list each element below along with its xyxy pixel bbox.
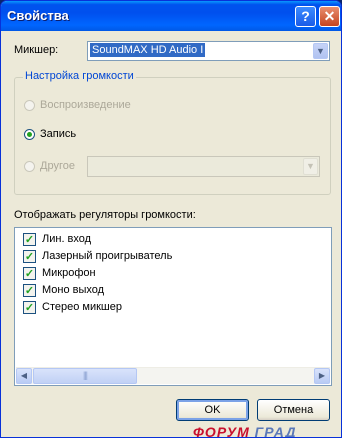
mixer-label: Микшер: xyxy=(14,44,59,56)
horizontal-scrollbar[interactable]: ◀ ||| ▶ xyxy=(16,367,330,384)
radio-other-button[interactable] xyxy=(24,161,35,172)
other-device-value xyxy=(90,158,94,172)
mixer-select-value: SoundMAX HD Audio I xyxy=(90,43,206,57)
list-item-label: Микрофон xyxy=(42,267,96,279)
scroll-right-icon[interactable]: ▶ xyxy=(314,368,330,384)
ok-button[interactable]: OK xyxy=(176,399,249,421)
list-item-label: Лин. вход xyxy=(42,233,92,245)
list-item-label: Лазерный проигрыватель xyxy=(42,250,173,262)
help-icon: ? xyxy=(301,8,310,24)
close-button[interactable]: ✕ xyxy=(319,6,340,27)
other-device-select[interactable]: ▼ xyxy=(87,156,320,177)
close-icon: ✕ xyxy=(323,8,336,24)
watermark-part1: ФОРУМ xyxy=(193,424,250,438)
radio-recording-label: Запись xyxy=(40,128,77,140)
radio-playback-button[interactable] xyxy=(24,100,35,111)
checkbox[interactable]: ✓ xyxy=(23,250,36,263)
list-item-label: Моно выход xyxy=(42,284,105,296)
properties-dialog: Свойства ? ✕ Микшер: SoundMAX HD Audio I… xyxy=(0,0,342,438)
radio-recording-button[interactable] xyxy=(24,129,35,140)
list-item-label: Стерео микшер xyxy=(42,301,122,313)
cancel-button[interactable]: Отмена xyxy=(257,399,330,421)
checkbox[interactable]: ✓ xyxy=(23,301,36,314)
forum-watermark: ФОРУМ ГРАД xyxy=(193,424,297,438)
chevron-down-icon[interactable]: ▼ xyxy=(303,158,318,175)
chevron-down-icon[interactable]: ▼ xyxy=(313,43,328,59)
watermark-part2: ГРАД xyxy=(254,424,297,438)
volume-controls-list[interactable]: ✓ Лин. вход ✓ Лазерный проигрыватель ✓ М… xyxy=(14,227,332,386)
radio-playback-label: Воспроизведение xyxy=(40,99,131,111)
scroll-left-icon[interactable]: ◀ xyxy=(16,368,32,384)
mixer-select[interactable]: SoundMAX HD Audio I ▼ xyxy=(87,41,330,61)
help-button[interactable]: ? xyxy=(295,6,316,27)
scrollbar-thumb[interactable]: ||| xyxy=(33,368,137,384)
checkbox[interactable]: ✓ xyxy=(23,284,36,297)
radio-other-label: Другое xyxy=(40,160,75,172)
checkbox[interactable]: ✓ xyxy=(23,233,36,246)
controls-label: Отображать регуляторы громкости: xyxy=(14,209,196,221)
radio-selected-dot xyxy=(27,132,32,137)
window-title: Свойства xyxy=(7,8,69,23)
volume-settings-legend: Настройка громкости xyxy=(23,70,136,82)
title-bar[interactable]: Свойства ? ✕ xyxy=(1,1,341,31)
checkbox[interactable]: ✓ xyxy=(23,267,36,280)
